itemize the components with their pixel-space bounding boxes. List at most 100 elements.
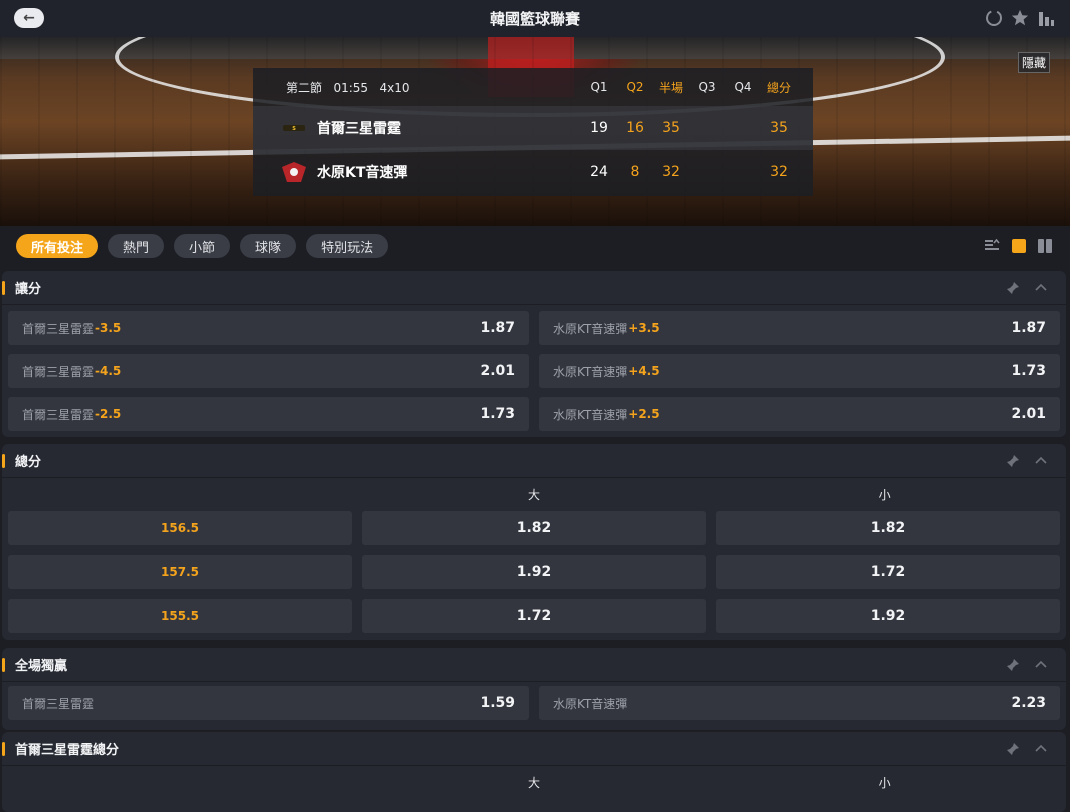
- team-name: 水原KT音速彈: [553, 321, 628, 336]
- scoreboard-row-away: 水原KT音速彈 24 8 32 32: [253, 150, 813, 194]
- home-team-logo: S: [279, 118, 309, 138]
- col-q4: Q4: [734, 80, 752, 94]
- handicap-row: 首爾三星雷霆 -3.5 1.87 水原KT音速彈 +3.5 1.87: [2, 311, 1066, 345]
- handicap-line: -2.5: [95, 407, 122, 421]
- moneyline-header[interactable]: 全場獨贏: [2, 648, 1066, 682]
- odds: 2.01: [480, 363, 515, 379]
- col-half: 半場: [658, 80, 683, 95]
- handicap-section: 讓分 首爾三星雷霆 -3.5 1.87 水原KT音速彈 +3.5 1.87 首爾三星雷霆…: [2, 271, 1066, 437]
- home-total: 35: [770, 120, 788, 136]
- refresh-icon[interactable]: [984, 7, 1004, 29]
- stats-icon[interactable]: [1036, 7, 1056, 29]
- bet-home[interactable]: 首爾三星雷霆 -4.5 2.01: [8, 354, 529, 388]
- section-tools: [1006, 280, 1048, 299]
- chevron-up-icon[interactable]: [1034, 280, 1048, 299]
- col-q2: Q2: [626, 80, 644, 94]
- bet-away[interactable]: 水原KT音速彈 +4.5 1.73: [539, 354, 1060, 388]
- game-format: 4x10: [379, 80, 410, 95]
- totals-header[interactable]: 總分: [2, 444, 1066, 478]
- double-column-icon[interactable]: [1038, 238, 1052, 257]
- under-odds[interactable]: 1.72: [716, 555, 1060, 589]
- total-line: 155.5: [8, 599, 352, 633]
- svg-text:S: S: [292, 126, 296, 132]
- away-half: 32: [662, 164, 680, 180]
- col-total: 總分: [766, 80, 791, 95]
- back-button[interactable]: ←: [14, 8, 44, 28]
- top-icons: [984, 7, 1056, 29]
- col-q3: Q3: [698, 80, 716, 94]
- total-line: 156.5: [8, 511, 352, 545]
- filter-specials[interactable]: 特別玩法: [306, 234, 389, 258]
- chevron-up-icon[interactable]: [1034, 657, 1048, 676]
- bet-away[interactable]: 水原KT音速彈 2.23: [539, 686, 1060, 720]
- odds: 1.73: [480, 406, 515, 422]
- over-odds[interactable]: 1.72: [362, 599, 706, 633]
- layout-controls: [984, 237, 1052, 257]
- team-name: 水原KT音速彈: [553, 696, 628, 711]
- filter-all-bets[interactable]: 所有投注: [16, 234, 99, 258]
- totals-column-header: 大 小: [2, 478, 1066, 511]
- totals-row: 157.5 1.92 1.72: [2, 555, 1066, 589]
- under-column: 小: [878, 776, 891, 790]
- home-q1: 19: [590, 120, 608, 136]
- filter-popular[interactable]: 熱門: [108, 234, 165, 258]
- away-team-logo: [279, 162, 309, 182]
- totals-title: 總分: [15, 455, 42, 470]
- away-team-name: 水原KT音速彈: [317, 165, 408, 181]
- pin-icon[interactable]: [1006, 280, 1020, 299]
- section-marker: [2, 453, 5, 468]
- bet-home[interactable]: 首爾三星雷霆 1.59: [8, 686, 529, 720]
- team-name: 首爾三星雷霆: [22, 696, 95, 711]
- filter-bar: 所有投注 熱門 小節 球隊 特別玩法: [0, 226, 1070, 266]
- odds: 1.87: [1011, 320, 1046, 336]
- game-clock: 01:55: [333, 80, 369, 95]
- chevron-up-icon[interactable]: [1034, 741, 1048, 760]
- under-odds[interactable]: 1.82: [716, 511, 1060, 545]
- odds: 1.87: [480, 320, 515, 336]
- filter-quarters[interactable]: 小節: [174, 234, 231, 258]
- period: 第二節: [286, 80, 323, 95]
- over-odds[interactable]: 1.82: [362, 511, 706, 545]
- handicap-header[interactable]: 讓分: [2, 271, 1066, 305]
- chevron-up-icon[interactable]: [1034, 453, 1048, 472]
- collapse-all-icon[interactable]: [984, 237, 1000, 257]
- single-column-icon[interactable]: [1012, 238, 1026, 257]
- team-total-column-header: 大 小: [2, 766, 1066, 799]
- bet-home[interactable]: 首爾三星雷霆 -3.5 1.87: [8, 311, 529, 345]
- over-odds[interactable]: 1.92: [362, 555, 706, 589]
- total-line: 157.5: [8, 555, 352, 589]
- bet-home[interactable]: 首爾三星雷霆 -2.5 1.73: [8, 397, 529, 431]
- filter-teams[interactable]: 球隊: [240, 234, 297, 258]
- odds: 1.59: [480, 695, 515, 711]
- under-column: 小: [878, 488, 891, 502]
- pin-icon[interactable]: [1006, 453, 1020, 472]
- totals-row: 156.5 1.82 1.82: [2, 511, 1066, 545]
- team-total-section: 首爾三星雷霆總分 大 小: [2, 732, 1066, 812]
- section-marker: [2, 657, 5, 672]
- scoreboard-row-home: S 首爾三星雷霆 19 16 35 35: [253, 106, 813, 150]
- team-total-title: 首爾三星雷霆總分: [15, 743, 120, 758]
- bet-away[interactable]: 水原KT音速彈 +3.5 1.87: [539, 311, 1060, 345]
- section-tools: [1006, 453, 1048, 472]
- team-total-header[interactable]: 首爾三星雷霆總分: [2, 732, 1066, 766]
- home-half: 35: [662, 120, 680, 136]
- handicap-row: 首爾三星雷霆 -2.5 1.73 水原KT音速彈 +2.5 2.01: [2, 397, 1066, 431]
- hide-button[interactable]: 隱藏: [1017, 52, 1050, 73]
- handicap-line: -3.5: [95, 321, 122, 335]
- team-name: 首爾三星雷霆: [22, 321, 95, 336]
- moneyline-row: 首爾三星雷霆 1.59 水原KT音速彈 2.23: [2, 686, 1066, 720]
- moneyline-section: 全場獨贏 首爾三星雷霆 1.59 水原KT音速彈 2.23: [2, 648, 1066, 730]
- star-icon[interactable]: [1010, 7, 1030, 29]
- section-tools: [1006, 657, 1048, 676]
- bet-away[interactable]: 水原KT音速彈 +2.5 2.01: [539, 397, 1060, 431]
- away-q2: 8: [630, 164, 640, 180]
- game-status: 第二節 01:55 4x10: [286, 79, 581, 96]
- handicap-title: 讓分: [15, 282, 42, 297]
- handicap-line: +4.5: [628, 364, 660, 378]
- pin-icon[interactable]: [1006, 741, 1020, 760]
- pin-icon[interactable]: [1006, 657, 1020, 676]
- arrow-left-icon: ←: [23, 10, 35, 26]
- home-q2: 16: [626, 120, 644, 136]
- col-q1: Q1: [590, 80, 608, 94]
- under-odds[interactable]: 1.92: [716, 599, 1060, 633]
